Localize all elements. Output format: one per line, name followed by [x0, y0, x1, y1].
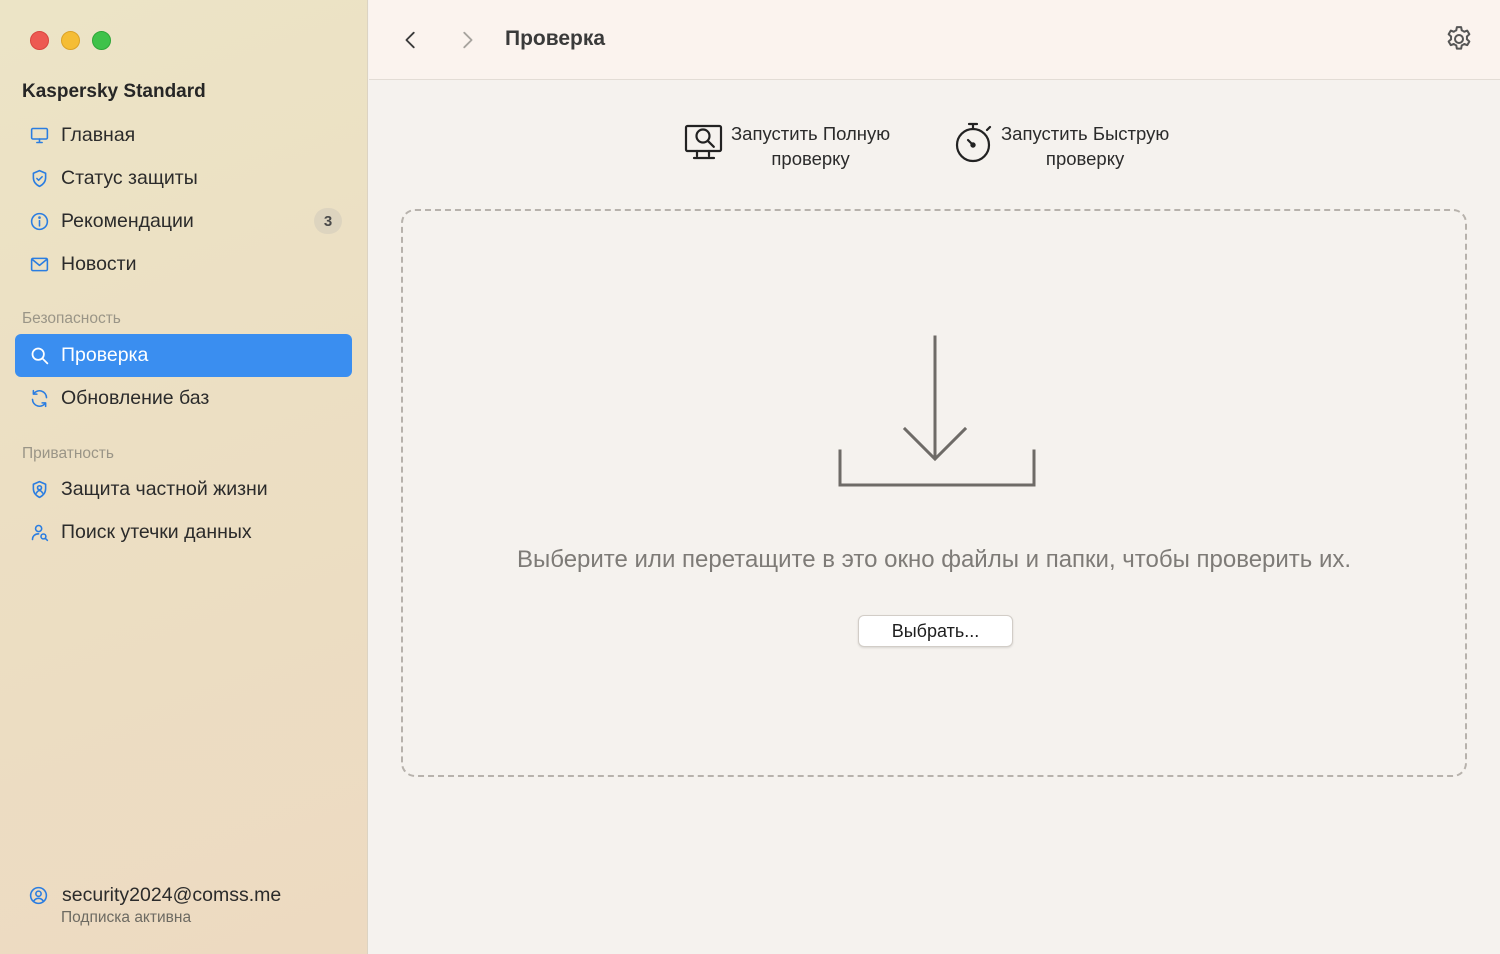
- user-icon: [29, 886, 48, 905]
- sidebar-item-label: Поиск утечки данных: [61, 521, 252, 543]
- quick-scan-label-line2: проверку: [1045, 148, 1125, 169]
- full-scan-label-line1: Запустить Полную: [731, 123, 891, 144]
- section-label-privacy: Приватность: [22, 445, 114, 462]
- privacy-nav: Защита частной жизни Поиск утечки данных: [15, 468, 352, 554]
- quick-scan-label-line1: Запустить Быструю: [1001, 123, 1170, 144]
- sidebar-item-protection-status[interactable]: Статус защиты: [15, 157, 352, 200]
- sidebar-item-label: Защита частной жизни: [61, 478, 268, 500]
- refresh-icon: [28, 388, 50, 410]
- chevron-left-icon: [405, 31, 415, 49]
- sidebar-item-label: Рекомендации: [61, 210, 194, 232]
- account-info[interactable]: security2024@comss.me Подписка активна: [28, 884, 281, 927]
- download-arrow-icon: [838, 335, 1036, 487]
- chevron-right-icon: [463, 31, 473, 49]
- user-search-icon: [28, 522, 50, 544]
- monitor-icon: [28, 125, 50, 147]
- full-scan-label-line2: проверку: [771, 148, 850, 169]
- forward-button[interactable]: [451, 24, 483, 56]
- account-email: security2024@comss.me: [62, 884, 282, 906]
- back-button[interactable]: [395, 24, 427, 56]
- settings-gear-icon[interactable]: [1444, 24, 1474, 54]
- drop-zone-instructions: Выберите или перетащите в это окно файлы…: [516, 546, 1352, 573]
- main-nav: Главная Статус защиты Рекомендации 3 Нов…: [15, 114, 352, 286]
- sidebar: Kaspersky Standard Главная Статус защиты: [0, 0, 368, 954]
- close-window-button[interactable]: [30, 31, 49, 50]
- subscription-status: Подписка активна: [61, 909, 192, 926]
- sidebar-item-database-update[interactable]: Обновление баз: [15, 377, 352, 420]
- full-scan-button[interactable]: Запустить Полную проверку: [683, 118, 890, 171]
- sidebar-item-label: Главная: [61, 124, 136, 146]
- sidebar-item-data-leak-check[interactable]: Поиск утечки данных: [15, 511, 352, 554]
- quick-scan-button[interactable]: Запустить Быструю проверку: [953, 118, 1169, 171]
- sidebar-item-label: Обновление баз: [61, 387, 210, 409]
- window-controls: [30, 31, 111, 50]
- search-icon: [28, 345, 50, 367]
- security-nav: Проверка Обновление баз: [15, 334, 352, 420]
- stopwatch-icon: [955, 122, 992, 163]
- minimize-window-button[interactable]: [61, 31, 80, 50]
- choose-files-button[interactable]: Выбрать...: [858, 615, 1013, 647]
- sidebar-item-privacy-protection[interactable]: Защита частной жизни: [15, 468, 352, 511]
- shield-icon: [28, 168, 50, 190]
- sidebar-item-label: Проверка: [61, 344, 149, 366]
- zoom-window-button[interactable]: [92, 31, 111, 50]
- sidebar-item-scan[interactable]: Проверка: [15, 334, 352, 377]
- sidebar-item-label: Статус защиты: [61, 167, 198, 189]
- section-label-security: Безопасность: [22, 310, 121, 327]
- toolbar: Проверка: [369, 0, 1500, 80]
- file-drop-zone[interactable]: Выберите или перетащите в это окно файлы…: [401, 209, 1467, 777]
- shield-user-icon: [28, 479, 50, 501]
- sidebar-item-recommendations[interactable]: Рекомендации 3: [15, 200, 352, 243]
- mail-icon: [28, 254, 50, 276]
- sidebar-item-news[interactable]: Новости: [15, 243, 352, 286]
- monitor-scan-icon: [684, 124, 723, 160]
- info-icon: [28, 211, 50, 233]
- sidebar-item-home[interactable]: Главная: [15, 114, 352, 157]
- sidebar-item-label: Новости: [61, 253, 137, 275]
- page-title: Проверка: [505, 27, 606, 50]
- app-title: Kaspersky Standard: [22, 81, 206, 102]
- recommendations-count-badge: 3: [314, 208, 342, 234]
